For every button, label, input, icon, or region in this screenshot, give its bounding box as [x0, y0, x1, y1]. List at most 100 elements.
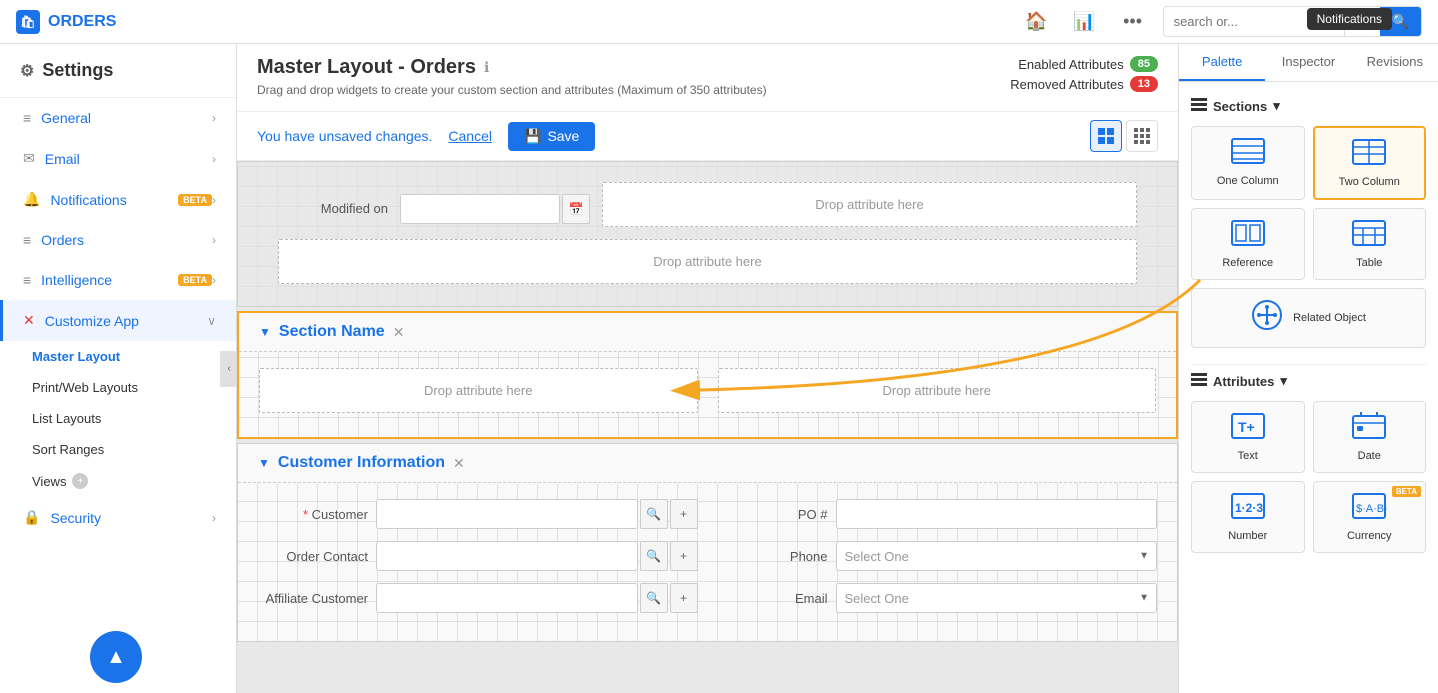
chart-button[interactable]: 📊 — [1067, 4, 1103, 40]
customer-input[interactable] — [376, 499, 638, 529]
layout-grid-button[interactable] — [1090, 120, 1122, 152]
sections-palette-grid: One Column Two Column — [1191, 126, 1426, 348]
sub-item-views[interactable]: Views + — [32, 465, 236, 497]
content-area: Master Layout - Orders ℹ Drag and drop w… — [237, 44, 1178, 693]
home-button[interactable]: 🏠 — [1019, 4, 1055, 40]
section-name-section: ▼ Section Name ✕ Drop attribute here Dro… — [237, 311, 1178, 439]
sidebar-item-notifications[interactable]: 🔔 Notifications BETA › — [0, 179, 236, 220]
canvas-scroll[interactable]: Modified on 📅 Drop attribute here Drop a… — [237, 161, 1178, 693]
related-object-icon — [1251, 299, 1283, 337]
palette-divider — [1191, 364, 1426, 365]
phone-select[interactable]: Select One — [836, 541, 1158, 571]
content-header: Master Layout - Orders ℹ Drag and drop w… — [237, 44, 1178, 112]
views-add-button[interactable]: + — [72, 473, 88, 489]
sidebar-item-customize[interactable]: ✕ Customize App ∨ — [0, 300, 236, 341]
sidebar-item-label-security: Security — [50, 510, 212, 526]
layout-toggle — [1090, 120, 1158, 152]
palette-one-column[interactable]: One Column — [1191, 126, 1305, 200]
customer-add-btn[interactable]: + — [670, 499, 698, 529]
customer-input-group: 🔍 + — [376, 499, 698, 529]
customer-search-btn[interactable]: 🔍 — [640, 499, 668, 529]
reference-icon — [1200, 219, 1296, 253]
layout-list-button[interactable] — [1126, 120, 1158, 152]
currency-icon: $·A·B·C — [1322, 492, 1418, 526]
modified-date-input[interactable] — [400, 194, 560, 224]
palette-number[interactable]: 1·2·3 Number — [1191, 481, 1305, 553]
drop-zone-top-full[interactable]: Drop attribute here — [278, 239, 1137, 284]
attributes-header-label: Attributes — [1213, 374, 1274, 389]
customer-info-close[interactable]: ✕ — [453, 455, 465, 472]
sub-item-label-sort-ranges: Sort Ranges — [32, 442, 104, 457]
palette-date[interactable]: Date — [1313, 401, 1427, 473]
customer-info-title[interactable]: Customer Information — [278, 454, 445, 472]
order-contact-search-btn[interactable]: 🔍 — [640, 541, 668, 571]
cancel-button[interactable]: Cancel — [448, 128, 492, 144]
table-label: Table — [1322, 257, 1418, 269]
email-label: Email — [718, 591, 828, 606]
sub-item-print-web[interactable]: Print/Web Layouts — [32, 372, 236, 403]
section-name-title[interactable]: Section Name — [279, 323, 385, 341]
section-name-body: Drop attribute here Drop attribute here — [239, 352, 1176, 437]
tab-palette[interactable]: Palette — [1179, 44, 1265, 81]
sidebar-item-general[interactable]: ≡ General › — [0, 98, 236, 138]
sidebar-item-label-orders: Orders — [41, 232, 212, 248]
more-button[interactable]: ••• — [1115, 4, 1151, 40]
sidebar-item-security[interactable]: 🔒 Security › — [0, 497, 236, 538]
email-icon: ✉ — [23, 150, 35, 167]
customer-info-body: Customer 🔍 + Order Contact — [238, 483, 1177, 641]
security-icon: 🔒 — [23, 509, 40, 526]
orders-icon: ≡ — [23, 232, 31, 248]
order-contact-input-group: 🔍 + — [376, 541, 698, 571]
sections-icon — [1191, 98, 1207, 114]
customer-toggle[interactable]: ▼ — [258, 456, 270, 470]
sub-item-list-layouts[interactable]: List Layouts — [32, 403, 236, 434]
palette-text[interactable]: T+ Text — [1191, 401, 1305, 473]
affiliate-input[interactable] — [376, 583, 638, 613]
affiliate-add-btn[interactable]: + — [670, 583, 698, 613]
customize-icon: ✕ — [23, 312, 35, 329]
notifications-icon: 🔔 — [23, 191, 40, 208]
order-contact-input[interactable] — [376, 541, 638, 571]
calendar-icon[interactable]: 📅 — [562, 194, 590, 224]
save-button[interactable]: 💾 Save — [508, 122, 595, 151]
section-drop-right[interactable]: Drop attribute here — [718, 368, 1157, 413]
sidebar-collapse-button[interactable]: ‹ — [220, 351, 237, 387]
palette-two-column[interactable]: Two Column — [1313, 126, 1427, 200]
email-select[interactable]: Select One — [836, 583, 1158, 613]
sidebar-title: Settings — [42, 60, 113, 81]
palette-currency[interactable]: BETA $·A·B·C Currency — [1313, 481, 1427, 553]
customer-label: Customer — [258, 507, 368, 522]
sections-chevron: ▾ — [1273, 98, 1280, 114]
order-contact-add-btn[interactable]: + — [670, 541, 698, 571]
sidebar-item-email[interactable]: ✉ Email › — [0, 138, 236, 179]
palette-reference[interactable]: Reference — [1191, 208, 1305, 280]
sub-item-master-layout[interactable]: Master Layout — [32, 341, 236, 372]
sections-header-label: Sections — [1213, 99, 1267, 114]
affiliate-search-btn[interactable]: 🔍 — [640, 583, 668, 613]
settings-icon: ⚙ — [20, 61, 34, 81]
info-icon[interactable]: ℹ — [484, 59, 489, 76]
sub-item-sort-ranges[interactable]: Sort Ranges — [32, 434, 236, 465]
po-label: PO # — [718, 507, 828, 522]
one-column-label: One Column — [1200, 175, 1296, 187]
palette-table[interactable]: Table — [1313, 208, 1427, 280]
scroll-up-button[interactable]: ▲ — [90, 631, 142, 683]
top-nav: 🛍 ORDERS 🏠 📊 ••• ▾ 🔍 Notifications — [0, 0, 1438, 44]
sidebar-item-orders[interactable]: ≡ Orders › — [0, 220, 236, 260]
drop-zone-top-right[interactable]: Drop attribute here — [602, 182, 1137, 227]
customer-field-row: Customer 🔍 + — [258, 499, 698, 529]
po-input[interactable] — [836, 499, 1158, 529]
reference-label: Reference — [1200, 257, 1296, 269]
tab-revisions[interactable]: Revisions — [1352, 44, 1438, 81]
unsaved-message: You have unsaved changes. — [257, 128, 432, 144]
tab-inspector[interactable]: Inspector — [1265, 44, 1351, 81]
section-toggle[interactable]: ▼ — [259, 325, 271, 339]
palette-related-object[interactable]: Related Object — [1191, 288, 1426, 348]
general-arrow: › — [212, 111, 216, 125]
currency-beta-badge: BETA — [1392, 486, 1421, 497]
sections-header: Sections ▾ — [1191, 98, 1426, 114]
brand[interactable]: 🛍 ORDERS — [16, 10, 116, 34]
sidebar-item-intelligence[interactable]: ≡ Intelligence BETA › — [0, 260, 236, 300]
section-name-close[interactable]: ✕ — [393, 324, 405, 341]
section-drop-left[interactable]: Drop attribute here — [259, 368, 698, 413]
